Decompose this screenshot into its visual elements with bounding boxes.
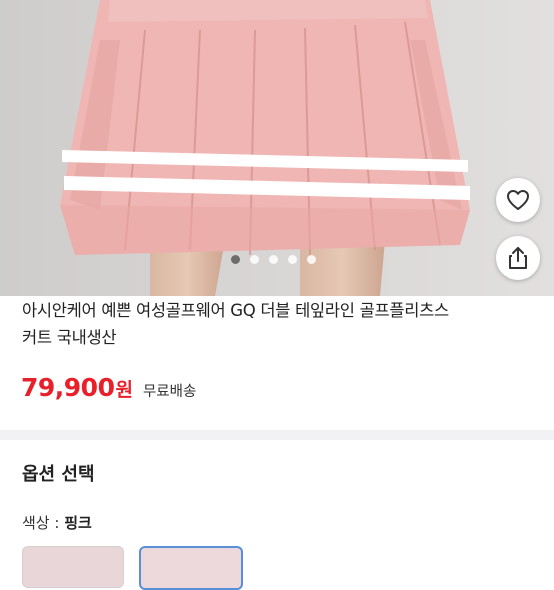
color-swatch[interactable] [22, 546, 124, 588]
carousel-dot[interactable] [269, 255, 278, 264]
carousel-dot[interactable] [307, 255, 316, 264]
option-section-title: 옵션 선택 [22, 464, 95, 485]
heart-icon [507, 190, 529, 210]
currency-unit: 원 [115, 379, 133, 401]
share-button[interactable] [496, 236, 540, 280]
product-image[interactable] [0, 0, 554, 296]
product-title-line: 커트 국내생산 [22, 328, 117, 347]
product-price: 79,900 [21, 373, 115, 402]
color-separator: : [54, 514, 60, 532]
carousel-dots [231, 255, 316, 264]
color-value: 핑크 [64, 514, 92, 532]
carousel-dot[interactable] [231, 255, 240, 264]
color-label: 색상 [22, 514, 50, 532]
carousel-dot[interactable] [250, 255, 259, 264]
share-icon [509, 247, 527, 269]
shipping-info: 무료배송 [142, 384, 197, 400]
section-divider [0, 430, 554, 440]
carousel-dot[interactable] [288, 255, 297, 264]
product-title: 아시안케어 예쁜 여성골프웨어 GQ 더블 테잎라인 골프플리츠스 커트 국내생… [22, 297, 542, 351]
color-swatch-selected[interactable] [139, 546, 243, 590]
color-option-label: 색상 : 핑크 [22, 512, 92, 533]
product-title-line: 아시안케어 예쁜 여성골프웨어 GQ 더블 테잎라인 골프플리츠스 [22, 301, 449, 320]
price-row: 79,900 원 무료배송 [21, 373, 196, 402]
like-button[interactable] [496, 178, 540, 222]
